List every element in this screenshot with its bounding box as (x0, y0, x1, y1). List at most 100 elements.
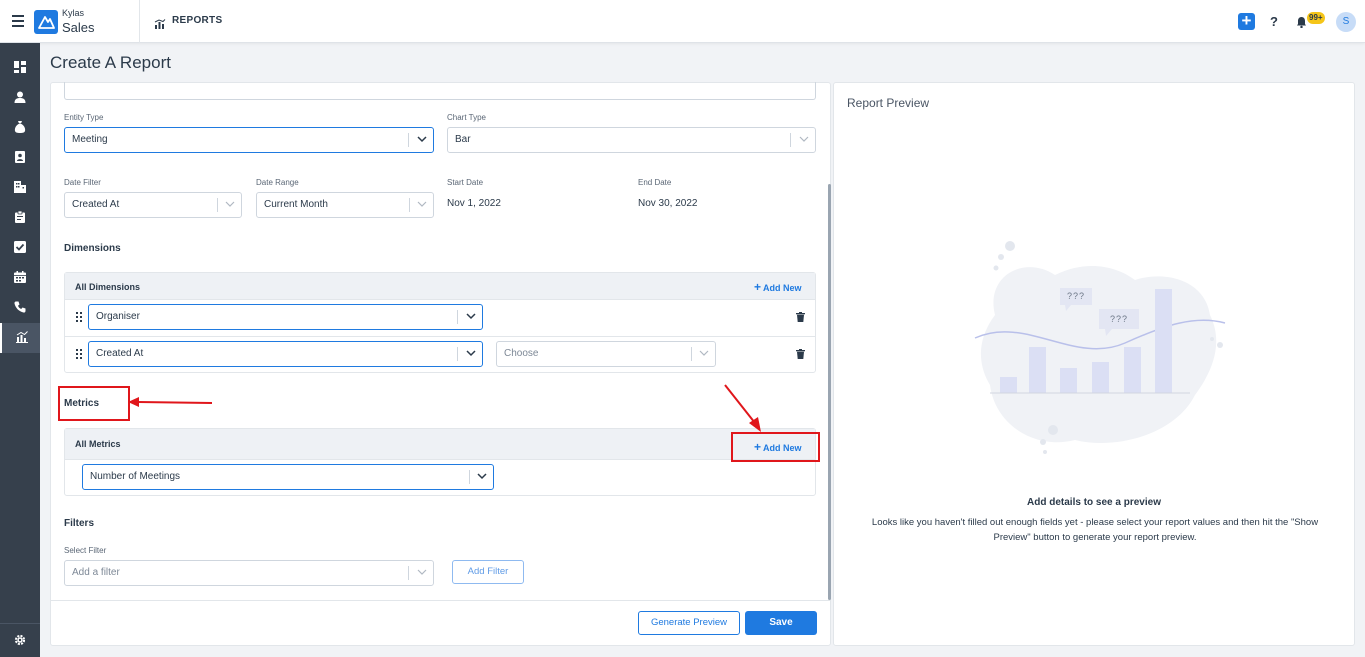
sidebar-item-settings[interactable] (0, 626, 40, 656)
divider (457, 347, 458, 361)
bell-icon[interactable] (1296, 15, 1307, 33)
end-date-label: End Date (638, 178, 672, 187)
reports-icon (154, 16, 166, 34)
dimensions-panel-header: All Dimensions (65, 273, 815, 300)
divider (217, 198, 218, 212)
add-filter-button[interactable]: Add Filter (452, 560, 524, 584)
chevron-down-icon (699, 350, 709, 356)
building-icon (14, 181, 26, 193)
help-icon[interactable]: ? (1270, 14, 1278, 29)
choose-placeholder: Choose (504, 348, 539, 359)
scrollbar[interactable] (828, 184, 831, 600)
chevron-down-icon (466, 350, 476, 357)
report-name-input[interactable] (64, 82, 816, 100)
sidebar-item-leads[interactable] (0, 143, 40, 173)
entity-type-label: Entity Type (64, 113, 104, 122)
add-dimension-label: Add New (763, 283, 802, 293)
sidebar-item-checklist[interactable] (0, 233, 40, 263)
chevron-down-icon (466, 313, 476, 320)
divider (408, 566, 409, 580)
gear-icon (14, 634, 26, 646)
phone-icon (14, 301, 26, 313)
metric-value: Number of Meetings (90, 471, 181, 482)
money-bag-icon (14, 121, 26, 133)
brand-name: Kylas (62, 8, 85, 18)
add-dimension-button[interactable]: + Add New (754, 280, 802, 294)
start-date-value: Nov 1, 2022 (447, 198, 501, 209)
notification-badge: 99+ (1307, 12, 1325, 24)
chevron-down-icon (417, 201, 427, 207)
all-dimensions-label: All Dimensions (75, 282, 141, 292)
trash-icon[interactable] (796, 312, 805, 322)
user-avatar[interactable]: S (1336, 12, 1356, 32)
date-filter-select[interactable]: Created At (64, 192, 242, 218)
sidebar-item-companies[interactable] (0, 173, 40, 203)
date-range-value: Current Month (264, 199, 328, 210)
start-date-label: Start Date (447, 178, 484, 187)
dimension-select-organiser[interactable]: Organiser (88, 304, 483, 330)
trash-icon[interactable] (796, 349, 805, 359)
dimension-select-created-at[interactable]: Created At (88, 341, 483, 367)
divider (139, 0, 140, 43)
quick-add-button[interactable]: + (1238, 12, 1255, 30)
chevron-down-icon (799, 136, 809, 142)
chart-type-value: Bar (455, 134, 471, 145)
date-range-select[interactable]: Current Month (256, 192, 434, 218)
filter-placeholder: Add a filter (72, 567, 120, 578)
entity-type-select[interactable]: Meeting (64, 127, 434, 153)
chart-type-label: Chart Type (447, 113, 486, 122)
annotation-arrow-icon (128, 397, 213, 407)
filter-select[interactable]: Add a filter (64, 560, 434, 586)
reports-icon (16, 331, 28, 343)
person-icon (14, 91, 26, 103)
dimension-value: Organiser (96, 311, 140, 322)
sidebar-item-tasks[interactable] (0, 203, 40, 233)
annotation-box-metrics (58, 386, 130, 421)
sidebar-item-reports[interactable] (0, 323, 40, 353)
chevron-down-icon (417, 569, 427, 575)
entity-type-value: Meeting (72, 134, 108, 145)
sidebar-item-deals[interactable] (0, 113, 40, 143)
divider (469, 470, 470, 484)
calendar-icon (14, 271, 26, 283)
preview-title: Report Preview (847, 96, 930, 110)
divider (790, 133, 791, 147)
date-range-label: Date Range (256, 178, 299, 187)
drag-handle-icon[interactable] (76, 312, 82, 322)
sidebar-item-calendar[interactable] (0, 263, 40, 293)
menu-icon[interactable] (12, 15, 24, 27)
divider (51, 600, 830, 601)
metrics-panel-header: All Metrics (65, 429, 815, 460)
clipboard-icon (15, 211, 25, 223)
end-date-value: Nov 30, 2022 (638, 198, 698, 209)
divider (409, 198, 410, 212)
question-bubble-text: ??? (1109, 314, 1129, 324)
top-bar: Kylas Sales REPORTS + ? 99+ S (0, 0, 1365, 43)
sidebar-item-calls[interactable] (0, 293, 40, 323)
section-title: REPORTS (172, 15, 223, 26)
kylas-logo-icon[interactable] (34, 10, 58, 34)
dimension-value: Created At (96, 348, 144, 359)
page-title: Create A Report (50, 53, 171, 72)
sidebar-item-contacts[interactable] (0, 83, 40, 113)
divider (0, 623, 40, 624)
generate-preview-button[interactable]: Generate Preview (638, 611, 740, 635)
save-button[interactable]: Save (745, 611, 817, 635)
all-metrics-label: All Metrics (75, 439, 121, 449)
chart-type-select[interactable]: Bar (447, 127, 816, 153)
divider (691, 347, 692, 361)
sidebar-item-dashboard[interactable] (0, 53, 40, 83)
dashboard-icon (14, 61, 26, 73)
question-bubble-text: ??? (1066, 291, 1086, 301)
dimensions-title: Dimensions (64, 243, 121, 254)
checkbox-icon (14, 241, 26, 253)
dimension-grouping-select[interactable]: Choose (496, 341, 716, 367)
preview-empty-heading: Add details to see a preview (1027, 497, 1161, 508)
chevron-down-icon (477, 473, 487, 480)
metric-select[interactable]: Number of Meetings (82, 464, 494, 490)
divider (457, 310, 458, 324)
contact-card-icon (15, 151, 25, 163)
preview-empty-message: Looks like you haven't filled out enough… (871, 517, 1319, 543)
select-filter-label: Select Filter (64, 546, 107, 555)
drag-handle-icon[interactable] (76, 349, 82, 359)
